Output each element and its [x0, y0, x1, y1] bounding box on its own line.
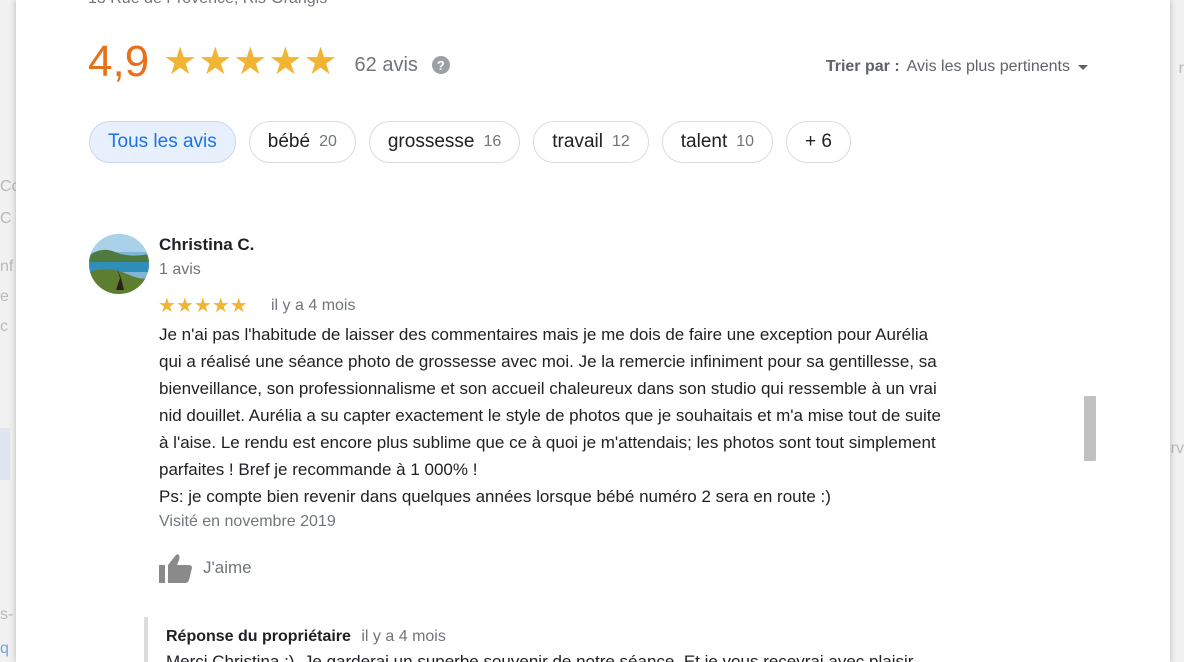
- help-circle-icon[interactable]: ?: [431, 56, 450, 74]
- chip-label: talent: [680, 131, 728, 152]
- review-text-line: Ps: je compte bien revenir dans quelques…: [159, 487, 831, 506]
- sort-label: Trier par :: [825, 58, 900, 75]
- chip-count: 12: [611, 133, 630, 150]
- chip-all-reviews[interactable]: Tous les avis: [89, 121, 236, 163]
- chip-label: travail: [552, 131, 603, 152]
- like-label: J'aime: [203, 558, 252, 577]
- review-time: il y a 4 mois: [271, 297, 356, 314]
- background-text: rv: [1170, 440, 1184, 457]
- rating-summary: 4,9 ★★★★★ 62 avis ?: [88, 36, 450, 88]
- sort-dropdown[interactable]: Trier par : Avis les plus pertinents: [826, 58, 1088, 76]
- review-count: 62 avis: [354, 53, 418, 76]
- chip-grossesse[interactable]: grossesse 16: [368, 121, 521, 163]
- filter-chips: Tous les avis bébé 20 grossesse 16 trava…: [89, 121, 864, 163]
- background-text: r: [1178, 60, 1184, 77]
- owner-response-title: Réponse du propriétaire: [166, 628, 351, 645]
- chip-count: 16: [483, 133, 502, 150]
- background-text: C: [0, 210, 12, 227]
- sort-value: Avis les plus pertinents: [906, 58, 1070, 75]
- business-address: 13 Rue de Provence, Ris-Orangis: [88, 0, 327, 8]
- scrollbar-thumb[interactable]: [1084, 396, 1096, 461]
- rating-stars: ★★★★★: [163, 41, 339, 83]
- background-highlight: [0, 428, 10, 480]
- chip-label: bébé: [267, 131, 311, 152]
- reviewer-review-count: 1 avis: [159, 261, 201, 278]
- caret-down-icon: [1078, 64, 1088, 70]
- review-stars: ★★★★★: [158, 295, 248, 317]
- reviewer-name[interactable]: Christina C.: [159, 235, 254, 255]
- review-text-line: bienveillance, son professionnalisme et …: [159, 379, 937, 398]
- chip-label: Tous les avis: [108, 131, 217, 152]
- like-button[interactable]: J'aime: [159, 553, 252, 583]
- review-text-line: Je n'ai pas l'habitude de laisser des co…: [159, 325, 929, 344]
- reviews-dialog: 13 Rue de Provence, Ris-Orangis 4,9 ★★★★…: [16, 0, 1170, 662]
- background-page-right: r rv: [1170, 0, 1184, 662]
- chip-travail[interactable]: travail 12: [533, 121, 649, 163]
- visit-date: Visité en novembre 2019: [159, 513, 336, 530]
- background-text: q: [0, 640, 9, 657]
- owner-response-time: il y a 4 mois: [361, 628, 446, 645]
- owner-response-header: Réponse du propriétaire il y a 4 mois: [166, 628, 446, 646]
- background-page-left: Co C nf e c s- q: [0, 0, 20, 662]
- chip-more[interactable]: + 6: [786, 121, 851, 163]
- review-text-line: qui a réalisé une séance photo de grosse…: [159, 352, 937, 371]
- chip-count: 10: [736, 133, 755, 150]
- chip-count: 20: [319, 133, 337, 150]
- review-text-line: à l'aise. Le rendu est encore plus subli…: [159, 433, 936, 452]
- rating-value: 4,9: [88, 37, 150, 86]
- review-text-line: parfaites ! Bref je recommande à 1 000% …: [159, 460, 478, 479]
- background-text: nf: [0, 258, 14, 275]
- background-text: s-: [0, 606, 14, 623]
- chip-label: + 6: [805, 131, 832, 152]
- chip-label: grossesse: [387, 131, 475, 152]
- background-text: e: [0, 288, 9, 305]
- review-text: Je n'ai pas l'habitude de laisser des co…: [159, 321, 1049, 510]
- user-avatar[interactable]: [89, 234, 149, 294]
- owner-response-bar: [144, 617, 148, 662]
- owner-response-text: Merci Christina :). Je garderai un super…: [166, 652, 914, 662]
- thumbs-up-icon: [159, 554, 192, 583]
- background-text: c: [0, 318, 8, 335]
- review-text-line: nid douillet. Aurélia a su capter exacte…: [159, 406, 941, 425]
- chip-talent[interactable]: talent 10: [661, 121, 774, 163]
- chip-bebe[interactable]: bébé 20: [248, 121, 356, 163]
